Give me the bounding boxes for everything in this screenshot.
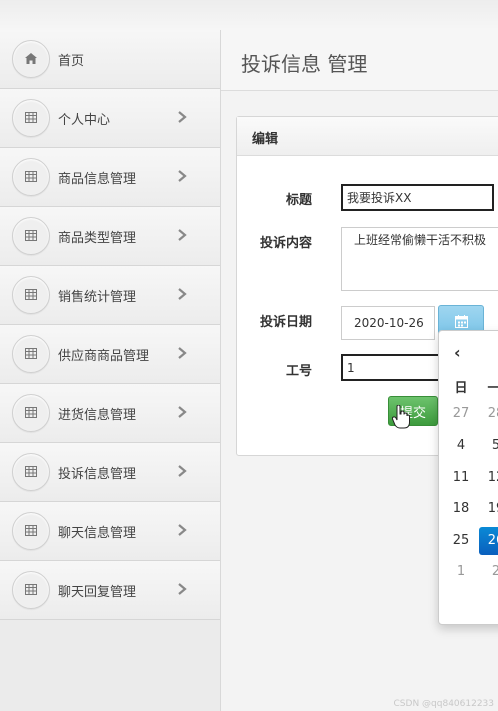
sidebar-item-label: 投诉信息管理 bbox=[58, 467, 137, 482]
table-icon bbox=[12, 335, 50, 373]
chevron-right-icon bbox=[178, 583, 187, 595]
calendar-day[interactable]: 27 bbox=[444, 400, 478, 428]
table-icon bbox=[12, 512, 50, 550]
chevron-right-icon bbox=[178, 229, 187, 241]
sidebar-item-product-type[interactable]: 商品类型管理 bbox=[0, 207, 220, 266]
sidebar-item-complaint-info[interactable]: 投诉信息管理 bbox=[0, 443, 220, 502]
calendar-day[interactable]: 11 bbox=[444, 464, 478, 492]
content-label: 投诉内容 bbox=[259, 236, 312, 251]
sidebar-item-label: 供应商商品管理 bbox=[58, 349, 150, 364]
chevron-right-icon bbox=[178, 524, 187, 536]
chevron-right-icon bbox=[178, 111, 187, 123]
calendar-day[interactable]: 5 bbox=[479, 432, 498, 460]
sidebar-item-label: 销售统计管理 bbox=[58, 290, 137, 305]
chevron-right-icon bbox=[178, 288, 187, 300]
weekday-header: 一 bbox=[479, 377, 498, 396]
calendar-day[interactable]: 18 bbox=[444, 495, 478, 523]
sidebar-item-label: 个人中心 bbox=[58, 113, 111, 128]
content-textarea[interactable]: 上班经常偷懒干活不积极 bbox=[341, 227, 498, 291]
sidebar-item-home[interactable]: 首页 bbox=[0, 30, 220, 89]
calendar-day[interactable]: 25 bbox=[444, 527, 478, 555]
sidebar: 首页 个人中心 商品信息管理 商品类型管理 销售统计管理 供应商商品管理 进货信… bbox=[0, 30, 221, 711]
chevron-right-icon bbox=[178, 347, 187, 359]
sidebar-item-label: 进货信息管理 bbox=[58, 408, 137, 423]
sidebar-item-chat-reply[interactable]: 聊天回复管理 bbox=[0, 561, 220, 620]
calendar-day[interactable]: 28 bbox=[479, 400, 498, 428]
calendar-day-selected[interactable]: 26 bbox=[479, 527, 498, 555]
table-icon bbox=[12, 158, 50, 196]
calendar-day[interactable]: 19 bbox=[479, 495, 498, 523]
calendar-day[interactable]: 12 bbox=[479, 464, 498, 492]
prev-month-button[interactable]: ‹ bbox=[454, 343, 461, 362]
sidebar-item-label: 商品信息管理 bbox=[58, 172, 137, 187]
table-icon bbox=[12, 217, 50, 255]
staff-id-label: 工号 bbox=[285, 364, 312, 379]
sidebar-item-profile[interactable]: 个人中心 bbox=[0, 89, 220, 148]
sidebar-item-supplier-products[interactable]: 供应商商品管理 bbox=[0, 325, 220, 384]
datepicker-popup: ‹ 日 一 27 28 4 5 11 12 18 19 25 26 1 2 bbox=[438, 330, 498, 625]
sidebar-item-product-info[interactable]: 商品信息管理 bbox=[0, 148, 220, 207]
hand-cursor-icon bbox=[392, 405, 410, 429]
panel-header: 编辑 bbox=[237, 117, 498, 156]
watermark: CSDN @qq840612233 bbox=[393, 699, 494, 709]
page-header: 投诉信息 管理 bbox=[221, 30, 498, 91]
weekday-header: 日 bbox=[454, 381, 468, 396]
sidebar-item-label: 首页 bbox=[58, 54, 85, 69]
title-label: 标题 bbox=[285, 193, 312, 208]
table-icon bbox=[12, 571, 50, 609]
table-icon bbox=[12, 394, 50, 432]
main-content: 投诉信息 管理 编辑 标题 投诉内容 上班经常偷懒干活不积极 投诉日期 工号 提… bbox=[221, 30, 498, 711]
sidebar-item-label: 聊天回复管理 bbox=[58, 585, 137, 600]
panel-title: 编辑 bbox=[252, 132, 279, 147]
calendar-day[interactable]: 1 bbox=[444, 558, 478, 586]
page-title: 投诉信息 管理 bbox=[241, 52, 368, 76]
date-label: 投诉日期 bbox=[259, 315, 312, 330]
table-icon bbox=[12, 453, 50, 491]
chevron-right-icon bbox=[178, 465, 187, 477]
title-input[interactable] bbox=[341, 184, 494, 211]
calendar-icon bbox=[455, 315, 468, 328]
chevron-right-icon bbox=[178, 170, 187, 182]
sidebar-item-chat-info[interactable]: 聊天信息管理 bbox=[0, 502, 220, 561]
calendar-day[interactable]: 2 bbox=[479, 558, 498, 586]
sidebar-item-label: 聊天信息管理 bbox=[58, 526, 137, 541]
sidebar-item-purchase-info[interactable]: 进货信息管理 bbox=[0, 384, 220, 443]
home-icon bbox=[12, 40, 50, 78]
table-icon bbox=[12, 276, 50, 314]
sidebar-item-label: 商品类型管理 bbox=[58, 231, 137, 246]
calendar-day[interactable]: 4 bbox=[444, 432, 478, 460]
chevron-right-icon bbox=[178, 406, 187, 418]
date-input[interactable] bbox=[341, 306, 435, 340]
top-bar bbox=[0, 0, 498, 30]
sidebar-item-sales-stats[interactable]: 销售统计管理 bbox=[0, 266, 220, 325]
table-icon bbox=[12, 99, 50, 137]
